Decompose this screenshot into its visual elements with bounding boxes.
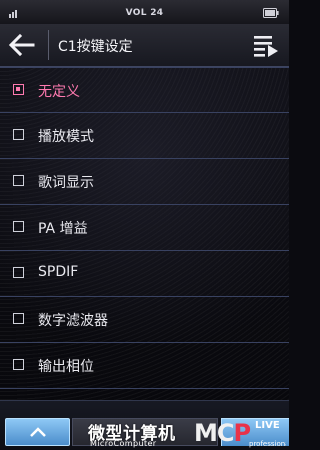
- header-bar: C1按键设定: [0, 24, 289, 67]
- option-item[interactable]: 数字滤波器: [0, 297, 289, 343]
- watermark-en: MicroComputer: [90, 439, 157, 448]
- options-list: 无定义 播放模式 歌词显示 PA 增益 SPDIF 数字滤波器 输出相位: [0, 67, 289, 389]
- watermark-mc: MC: [194, 419, 234, 447]
- checkbox[interactable]: [13, 175, 24, 186]
- watermark-live: LIVE: [255, 420, 280, 431]
- checkbox[interactable]: [13, 129, 24, 140]
- option-item[interactable]: 播放模式: [0, 113, 289, 159]
- list-menu-icon: [254, 36, 278, 57]
- checkbox[interactable]: [13, 313, 24, 324]
- checkbox[interactable]: [13, 359, 24, 370]
- watermark-professional: professional: [249, 440, 286, 448]
- menu-button[interactable]: [253, 33, 279, 57]
- option-label: 无定义: [38, 84, 80, 100]
- checkbox[interactable]: [13, 221, 24, 232]
- option-label: 数字滤波器: [38, 313, 108, 329]
- checkbox[interactable]: [13, 267, 24, 278]
- option-label: 播放模式: [38, 129, 94, 145]
- watermark-p: P: [233, 419, 252, 447]
- header-divider: [48, 30, 49, 60]
- checkbox[interactable]: [13, 84, 24, 95]
- player-screen: VOL 24 C1按键设定 无定义 播放模式 歌词显示 PA 增益 SPDIF …: [0, 0, 289, 450]
- option-label: 输出相位: [38, 359, 94, 375]
- back-button[interactable]: [6, 33, 36, 57]
- scroll-up-button[interactable]: [5, 418, 70, 446]
- volume-indicator: VOL 24: [125, 8, 164, 18]
- status-bar: VOL 24: [0, 0, 289, 24]
- option-label: PA 增益: [38, 221, 88, 237]
- back-arrow-icon: [8, 34, 35, 56]
- option-item[interactable]: 无定义: [0, 67, 289, 113]
- chevron-up-icon: [30, 427, 46, 437]
- option-item[interactable]: SPDIF: [0, 251, 289, 297]
- option-item[interactable]: 输出相位: [0, 343, 289, 389]
- battery-icon: [263, 8, 279, 18]
- option-item[interactable]: PA 增益: [0, 205, 289, 251]
- watermark-mcp: MCP: [194, 419, 252, 447]
- watermark-logo: 微型计算机 MicroComputer MCP LIVE professiona…: [88, 419, 286, 450]
- option-label: 歌词显示: [38, 175, 94, 191]
- option-label: SPDIF: [38, 264, 79, 280]
- option-item[interactable]: 歌词显示: [0, 159, 289, 205]
- page-title: C1按键设定: [58, 39, 133, 55]
